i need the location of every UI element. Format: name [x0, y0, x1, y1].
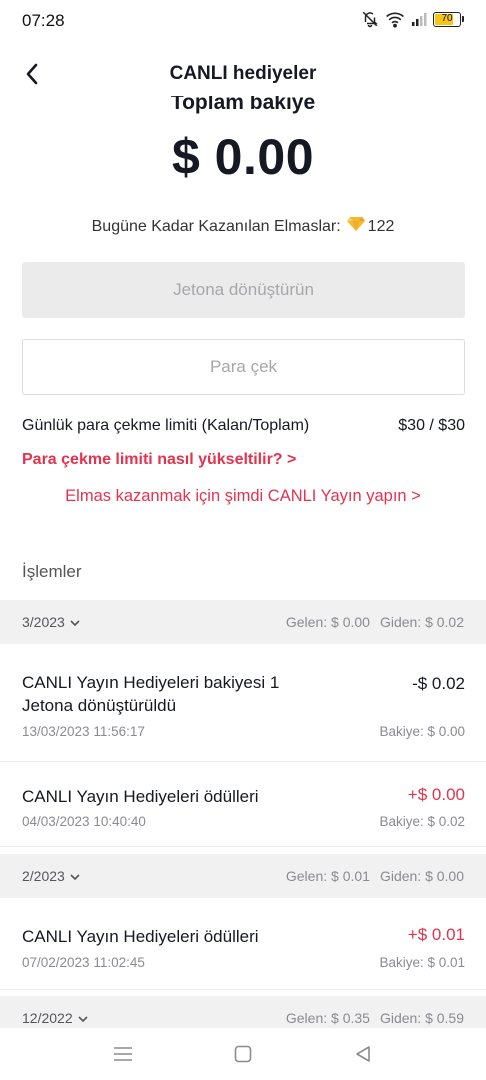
chevron-down-icon	[70, 614, 80, 630]
month-outgoing: Giden: $ 0.00	[379, 868, 464, 884]
withdraw-limit-value: $30 / $30	[398, 417, 465, 434]
month-incoming: Gelen: $ 0.01	[285, 868, 370, 884]
transaction-balance: Bakiye: $ 0.01	[379, 955, 465, 970]
status-icons: 70	[361, 10, 464, 28]
menu-icon	[114, 1047, 132, 1061]
transaction-title: CANLI Yayın Hediyeleri bakiyesi 1 Jetona…	[22, 671, 279, 717]
back-nav-button[interactable]	[348, 1039, 378, 1069]
transaction-title-line: CANLI Yayın Hediyeleri bakiyesi 1	[22, 673, 280, 692]
nav-bar: CANLI hediyeler	[0, 52, 486, 96]
diamonds-earned: Bugüne Kadar Kazanılan Elmaslar: 122	[0, 216, 486, 237]
balance-amount: $ 0.00	[171, 129, 314, 185]
increase-limit-link[interactable]: Para çekme limiti nasıl yükseltilir? >	[22, 451, 296, 469]
transaction-item[interactable]: CANLI Yayın Hediyeleri bakiyesi 1 Jetona…	[0, 644, 486, 762]
transaction-date: 13/03/2023 11:56:17	[22, 724, 145, 739]
transaction-date: 07/02/2023 11:02:45	[22, 955, 145, 970]
transactions-title: İşlemler	[22, 562, 82, 581]
withdraw-button[interactable]: Para çek	[22, 339, 465, 395]
month-selector[interactable]: 3/2023	[22, 614, 80, 630]
diamonds-count: 122	[367, 217, 395, 235]
month-header: 3/2023 Gelen: $ 0.00 Giden: $ 0.02	[0, 600, 486, 644]
transaction-title-line: Jetona dönüştürüldü	[22, 696, 177, 715]
transaction-amount: +$ 0.01	[407, 925, 465, 944]
status-bar: 07:28 70	[0, 0, 486, 44]
battery-level: 70	[441, 13, 453, 24]
month-label: 2/2023	[22, 868, 65, 884]
month-selector[interactable]: 12/2022	[22, 1010, 88, 1026]
balance-label: Toplam bakiye	[170, 96, 316, 114]
transaction-amount: +$ 0.00	[407, 785, 465, 804]
battery-icon: 70	[433, 11, 464, 27]
convert-to-coins-button[interactable]: Jetona dönüştürün	[22, 262, 465, 318]
month-outgoing: Giden: $ 0.02	[379, 614, 464, 630]
month-header: 2/2023 Gelen: $ 0.01 Giden: $ 0.00	[0, 854, 486, 898]
wifi-icon	[385, 10, 405, 28]
diamond-icon	[346, 216, 365, 237]
chevron-down-icon	[78, 1010, 88, 1026]
month-incoming: Gelen: $ 0.35	[285, 1010, 370, 1026]
diamonds-label: Bugüne Kadar Kazanılan Elmaslar:	[91, 217, 341, 235]
transaction-item[interactable]: CANLI Yayın Hediyeleri ödülleri +$ 0.00 …	[0, 762, 486, 847]
system-nav-bar	[0, 1028, 486, 1080]
transaction-title: CANLI Yayın Hediyeleri ödülleri	[22, 787, 259, 806]
transaction-balance: Bakiye: $ 0.02	[379, 814, 465, 829]
transaction-title: CANLI Yayın Hediyeleri ödülleri	[22, 927, 259, 946]
month-outgoing: Giden: $ 0.59	[379, 1010, 464, 1026]
month-label: 12/2022	[22, 1010, 73, 1026]
signal-icon	[411, 11, 427, 27]
chevron-down-icon	[70, 868, 80, 884]
go-live-link[interactable]: Elmas kazanmak için şimdi CANLI Yayın ya…	[0, 487, 486, 506]
transaction-date: 04/03/2023 10:40:40	[22, 814, 146, 829]
home-square-icon	[234, 1045, 252, 1063]
back-triangle-icon	[356, 1046, 370, 1062]
month-selector[interactable]: 2/2023	[22, 868, 80, 884]
balance-label-container: Toplam bakiye	[0, 96, 486, 122]
month-label: 3/2023	[22, 614, 65, 630]
withdraw-limit-row: Günlük para çekme limiti (Kalan/Toplam) …	[22, 417, 465, 435]
home-button[interactable]	[228, 1039, 258, 1069]
transaction-balance: Bakiye: $ 0.00	[379, 724, 465, 739]
status-time: 07:28	[22, 11, 65, 30]
transaction-item[interactable]: CANLI Yayın Hediyeleri ödülleri +$ 0.01 …	[0, 898, 486, 990]
withdraw-limit-label: Günlük para çekme limiti (Kalan/Toplam)	[22, 417, 310, 434]
transaction-amount: -$ 0.02	[412, 674, 465, 693]
mute-icon	[361, 10, 379, 28]
page-title: CANLI hediyeler	[169, 63, 317, 84]
menu-button[interactable]	[108, 1039, 138, 1069]
month-incoming: Gelen: $ 0.00	[285, 614, 370, 630]
